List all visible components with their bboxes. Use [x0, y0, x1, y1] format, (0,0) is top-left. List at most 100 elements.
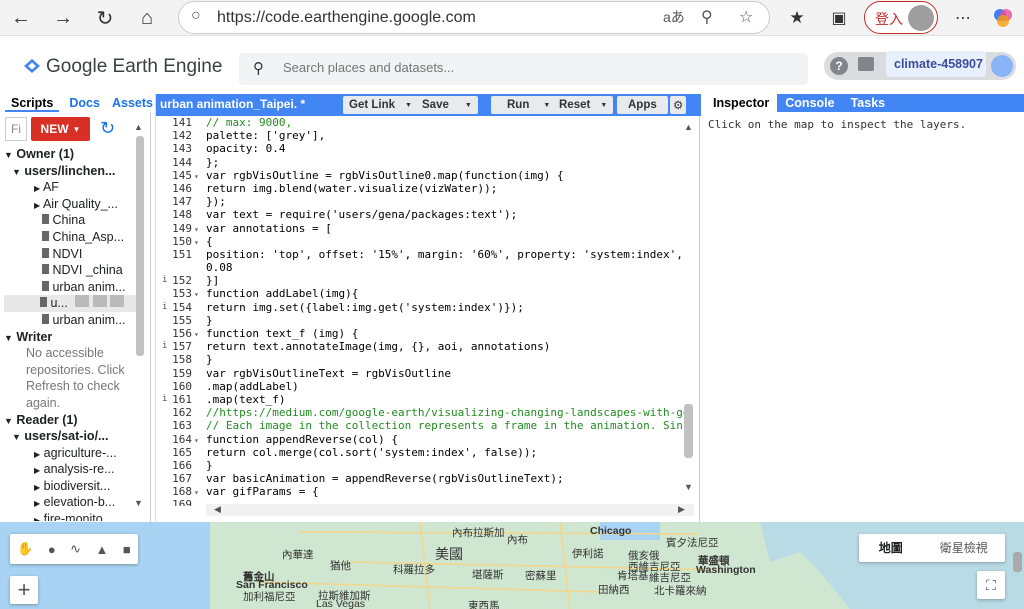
code-line[interactable]: 151 position: 'top', offset: '15%', margi…	[156, 248, 684, 261]
code-line[interactable]: 159 var rgbVisOutlineText = rgbVisOutline	[156, 367, 684, 380]
sign-in-button[interactable]: 登入	[864, 1, 938, 34]
script-item-selected[interactable]: u...	[4, 295, 136, 312]
refresh-icon[interactable]: ↻	[100, 118, 115, 139]
tab-tasks[interactable]: Tasks	[843, 94, 894, 112]
script-item[interactable]: urban anim...	[4, 312, 136, 329]
address-bar[interactable]: ○ https://code.earthengine.google.com aあ…	[178, 1, 770, 34]
save-button[interactable]: Save ▼	[416, 96, 478, 114]
folder-item[interactable]: ▶ AF	[4, 179, 136, 196]
editor-scrollbar[interactable]	[684, 404, 693, 458]
code-line[interactable]: 147});	[156, 195, 684, 208]
copilot-icon[interactable]	[990, 5, 1016, 31]
line-icon[interactable]: ∿	[70, 541, 81, 557]
user-avatar[interactable]	[991, 55, 1013, 77]
tab-docs[interactable]: Docs	[63, 94, 106, 112]
code-line[interactable]: 162 //https://medium.com/google-earth/vis…	[156, 406, 684, 419]
code-line[interactable]: 143 opacity: 0.4	[156, 142, 684, 155]
code-line[interactable]: 156 ▾ function text_f (img) {	[156, 327, 684, 340]
tab-inspector[interactable]: Inspector	[705, 94, 778, 112]
feedback-icon[interactable]	[858, 57, 874, 71]
code-line[interactable]: 146 return img.blend(water.visualize(vizW…	[156, 182, 684, 195]
reset-button[interactable]: Reset ▼	[553, 96, 614, 114]
owner-user-folder[interactable]: ▼ users/linchen...	[4, 163, 136, 180]
run-button[interactable]: Run ▼	[491, 96, 557, 114]
script-filter-input[interactable]: Fi	[5, 117, 27, 141]
fullscreen-icon[interactable]: ⛶	[977, 571, 1005, 599]
back-icon[interactable]: ←	[8, 5, 34, 31]
zoom-in-button[interactable]: +	[10, 576, 38, 604]
owner-header[interactable]: ▼ Owner (1)	[4, 146, 136, 163]
polygon-icon[interactable]: ▲	[96, 542, 109, 557]
script-item[interactable]: China_Asp...	[4, 229, 136, 246]
tab-console[interactable]: Console	[777, 94, 842, 112]
code-line[interactable]: 150 ▾{	[156, 235, 684, 248]
map-view[interactable]: 內布拉斯加 Chicago 賓夕法尼亞 內華達 內布 美國 俄亥俄 華盛頓 Wa…	[0, 522, 1024, 609]
app-logo[interactable]: Google Earth Engine	[46, 56, 222, 78]
code-line[interactable]: 163 // Each image in the collection repre…	[156, 419, 684, 432]
history-icon[interactable]	[75, 295, 90, 308]
project-selector[interactable]: ? climate-458907	[824, 51, 1016, 80]
read-aloud-icon[interactable]: aあ	[663, 7, 685, 27]
help-icon[interactable]: ?	[830, 57, 848, 75]
home-icon[interactable]: ⌂	[134, 5, 160, 31]
folder-item[interactable]: ▶ fire-monito...	[4, 511, 136, 521]
code-line[interactable]: i 161 .map(text_f)	[156, 393, 684, 406]
code-line[interactable]: 148 var text = require('users/gena/packag…	[156, 208, 684, 221]
delete-icon[interactable]	[110, 295, 125, 308]
marker-icon[interactable]: ●	[48, 542, 56, 557]
code-area[interactable]: 141// max: 9000, 142 palette: ['grey'], 143…	[156, 116, 684, 506]
folder-item[interactable]: ▶ Air Quality_...	[4, 196, 136, 213]
collections-icon[interactable]: ▣	[826, 5, 852, 31]
writer-header[interactable]: ▼ Writer	[4, 329, 136, 346]
code-line[interactable]: 164 ▾ function appendReverse(col) {	[156, 433, 684, 446]
code-line[interactable]: 145 ▾ var rgbVisOutline = rgbVisOutline0.m…	[156, 169, 684, 182]
script-item[interactable]: NDVI	[4, 246, 136, 263]
code-line[interactable]: i 154 return img.set({label:img.get('syste…	[156, 301, 684, 314]
left-scrollbar[interactable]	[136, 136, 144, 356]
code-line[interactable]: 160 .map(addLabel)	[156, 380, 684, 393]
caret-down-icon[interactable]: ▼	[465, 102, 472, 109]
folder-item[interactable]: ▶ biodiversit...	[4, 478, 136, 495]
forward-icon[interactable]: →	[50, 5, 76, 31]
favorites-icon[interactable]: ★	[784, 5, 810, 31]
search-box[interactable]: ⚲	[239, 53, 808, 85]
scroll-left-icon[interactable]: ◀	[214, 504, 221, 515]
code-line[interactable]: 165 return col.merge(col.sort('system:ind…	[156, 446, 684, 459]
zoom-icon[interactable]: ⚲	[701, 7, 713, 27]
scroll-right-icon[interactable]: ▶	[678, 504, 685, 515]
code-line[interactable]: 0.08	[156, 261, 684, 274]
script-item[interactable]: China	[4, 212, 136, 229]
scroll-down-icon[interactable]: ▼	[684, 482, 693, 492]
script-item[interactable]: urban anim...	[4, 279, 136, 296]
code-line[interactable]: 153 ▾ function addLabel(img){	[156, 287, 684, 300]
folder-item[interactable]: ▶ elevation-b...	[4, 494, 136, 511]
scroll-up-icon[interactable]: ▲	[134, 122, 143, 132]
rectangle-icon[interactable]: ■	[123, 542, 131, 557]
code-line[interactable]: 141 // max: 9000,	[156, 116, 684, 129]
folder-item[interactable]: ▶ analysis-re...	[4, 461, 136, 478]
code-line[interactable]: 166}	[156, 459, 684, 472]
get-link-button[interactable]: Get Link ▼	[343, 96, 418, 114]
tab-scripts[interactable]: Scripts	[5, 94, 60, 112]
map-type-button[interactable]: 地圖	[859, 534, 922, 562]
scroll-down-icon[interactable]: ▼	[134, 498, 143, 508]
favorite-icon[interactable]: ☆	[739, 7, 753, 27]
satellite-type-button[interactable]: 衛星檢視	[922, 534, 1005, 562]
code-line[interactable]: i 152}]	[156, 274, 684, 287]
code-line[interactable]: 144};	[156, 156, 684, 169]
new-button[interactable]: NEW ▼	[31, 117, 90, 141]
menu-icon[interactable]: ⋯	[950, 5, 976, 31]
script-item[interactable]: NDVI _china	[4, 262, 136, 279]
folder-item[interactable]: ▶ agriculture-...	[4, 445, 136, 462]
code-line[interactable]: 167 var basicAnimation = appendReverse(rg…	[156, 472, 684, 485]
reader-header[interactable]: ▼ Reader (1)	[4, 412, 136, 429]
horizontal-scrollbar[interactable]: ◀ ▶	[206, 504, 694, 516]
code-line[interactable]: 155}	[156, 314, 684, 327]
caret-down-icon[interactable]: ▼	[600, 102, 607, 109]
code-line[interactable]: 149 ▾ var annotations = [	[156, 222, 684, 235]
reload-icon[interactable]: ↻	[92, 5, 118, 31]
settings-icon[interactable]: ⚙	[670, 96, 687, 114]
code-line[interactable]: 158}	[156, 353, 684, 366]
pan-hand-icon[interactable]: ✋	[17, 541, 33, 557]
reader-user-folder[interactable]: ▼ users/sat-io/...	[4, 428, 136, 445]
